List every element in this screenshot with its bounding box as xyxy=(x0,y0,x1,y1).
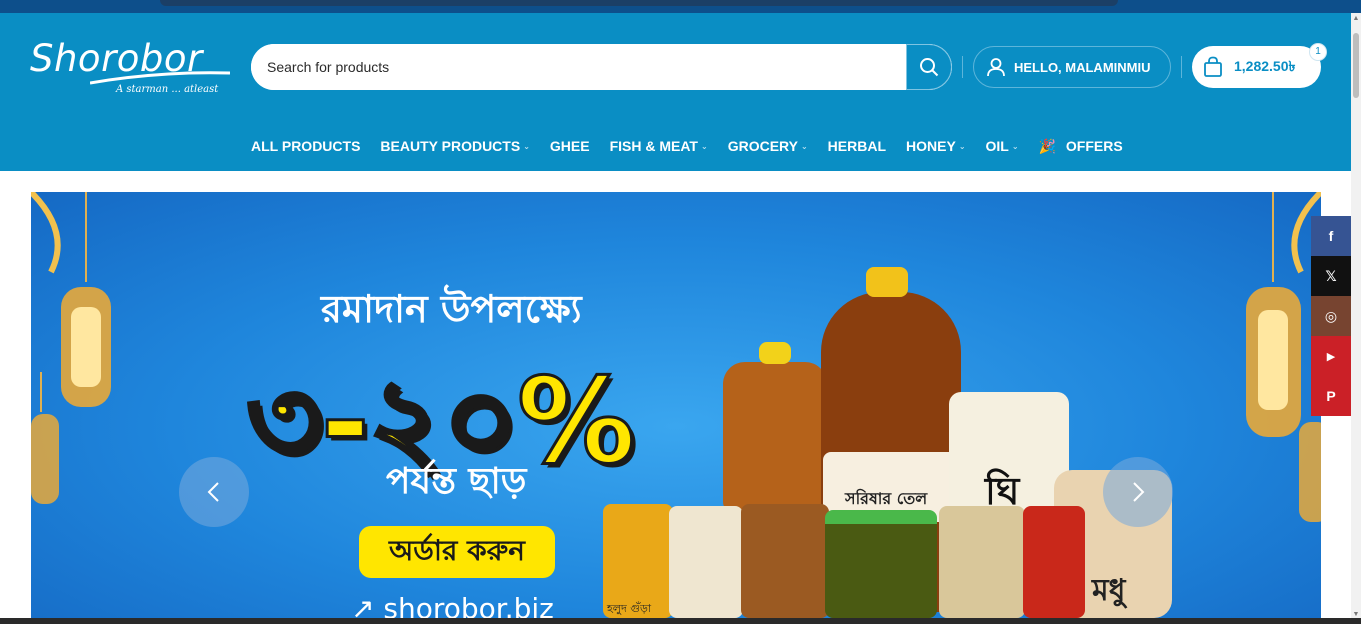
product-spice-jar: হলুদ গুঁড়া xyxy=(603,504,673,618)
cart-button[interactable]: 1,282.50৳ 1 xyxy=(1192,43,1327,88)
youtube-glyph: ▶ xyxy=(1326,350,1336,363)
product-pickle-jar xyxy=(825,510,937,618)
bottom-strip xyxy=(0,618,1361,624)
nav-honey[interactable]: HONEY ⌄ xyxy=(906,138,966,154)
banner-subline: পর্যন্ত ছাড় xyxy=(386,461,527,502)
pinterest-icon[interactable]: P xyxy=(1311,376,1351,416)
site-header: Shorobor A starman ... atleast HELLO, MA… xyxy=(0,13,1351,171)
mustard-oil-label: সরিষার তেল xyxy=(845,489,928,508)
address-bar xyxy=(160,0,1118,6)
account-label: HELLO, MALAMINMIU xyxy=(1014,59,1151,75)
nav-label: HONEY xyxy=(906,138,956,154)
nav-fish-meat[interactable]: FISH & MEAT ⌄ xyxy=(610,138,708,154)
x-glyph: 𝕏 xyxy=(1325,267,1337,284)
nav-label: ALL PRODUCTS xyxy=(251,138,361,154)
nav-beauty-products[interactable]: BEAUTY PRODUCTS ⌄ xyxy=(380,138,529,154)
facebook-icon[interactable]: f xyxy=(1311,216,1351,256)
product-oil-bottle-small xyxy=(723,362,827,512)
header-divider xyxy=(962,56,963,78)
product-spice-jar xyxy=(741,504,829,618)
account-button[interactable]: HELLO, MALAMINMIU xyxy=(973,46,1171,88)
x-icon[interactable]: 𝕏 xyxy=(1311,256,1351,296)
product-oil-bottle-cap xyxy=(759,342,791,364)
user-icon xyxy=(987,58,1005,77)
nav-ghee[interactable]: GHEE xyxy=(550,138,590,154)
logo-swoosh xyxy=(90,71,230,85)
chevron-down-icon: ⌄ xyxy=(700,141,708,151)
cart-count-badge: 1 xyxy=(1309,43,1327,61)
search-icon xyxy=(920,58,939,77)
nav-label: HERBAL xyxy=(827,138,887,154)
order-now-button[interactable]: অর্ডার করুন xyxy=(359,526,555,578)
chevron-down-icon: ⌄ xyxy=(523,141,530,151)
nav-herbal[interactable]: HERBAL xyxy=(828,138,886,154)
logo-tagline: A starman ... atleast xyxy=(116,84,219,95)
pinterest-glyph: P xyxy=(1326,388,1336,404)
nav-all-products[interactable]: ALL PRODUCTS xyxy=(251,138,360,154)
nav-offers[interactable]: 🎉 OFFERS xyxy=(1039,138,1123,155)
search-input[interactable] xyxy=(251,44,906,90)
nav-label: BEAUTY PRODUCTS xyxy=(380,138,521,154)
chevron-left-icon xyxy=(207,482,219,502)
main-navigation: ALL PRODUCTS BEAUTY PRODUCTS ⌄ GHEE FISH … xyxy=(251,137,1123,155)
turmeric-label: হলুদ গুঁড়া xyxy=(607,602,652,615)
nav-label: GROCERY xyxy=(727,138,798,154)
chevron-right-icon xyxy=(1133,482,1145,502)
browser-top-strip xyxy=(0,0,1361,13)
nav-label: OIL xyxy=(985,138,1009,154)
lantern-decoration xyxy=(31,192,111,504)
honey-label: মধু xyxy=(1092,573,1126,608)
facebook-glyph: f xyxy=(1328,228,1334,244)
instagram-glyph: ◎ xyxy=(1324,307,1338,324)
nav-label: OFFERS xyxy=(1065,138,1123,154)
search-bar xyxy=(251,44,952,90)
chevron-down-icon: ⌄ xyxy=(1011,141,1019,151)
slider-next-button[interactable] xyxy=(1103,457,1173,527)
product-oil-cap xyxy=(866,267,908,297)
site-logo[interactable]: Shorobor A starman ... atleast xyxy=(30,35,230,99)
social-sidebar: f 𝕏 ◎ ▶ P xyxy=(1311,216,1351,416)
page-scrollbar[interactable]: ▲ ▼ xyxy=(1351,13,1361,624)
chevron-down-icon: ⌄ xyxy=(958,141,966,151)
chevron-down-icon: ⌄ xyxy=(800,141,808,151)
scroll-up-icon[interactable]: ▲ xyxy=(1352,15,1360,23)
header-divider xyxy=(1181,56,1182,78)
nav-label: FISH & MEAT xyxy=(609,138,698,154)
hero-banner[interactable]: রমাদান উপলক্ষ্যে ৩-২০% পর্যন্ত ছাড় অর্ড… xyxy=(31,192,1321,618)
shopping-bag-icon xyxy=(1204,56,1222,77)
product-spice-jar xyxy=(1023,506,1085,618)
scrollbar-thumb[interactable] xyxy=(1353,33,1359,98)
instagram-icon[interactable]: ◎ xyxy=(1311,296,1351,336)
slider-prev-button[interactable] xyxy=(179,457,249,527)
product-spice-jar xyxy=(939,506,1025,618)
cart-total: 1,282.50৳ xyxy=(1234,58,1296,74)
product-spice-jar xyxy=(669,506,743,618)
nav-grocery[interactable]: GROCERY ⌄ xyxy=(728,138,808,154)
youtube-icon[interactable]: ▶ xyxy=(1311,336,1351,376)
banner-website: ↗ shorobor.biz xyxy=(351,592,554,618)
lantern-decoration xyxy=(1246,192,1321,522)
search-button[interactable] xyxy=(906,44,952,90)
nav-oil[interactable]: OIL ⌄ xyxy=(986,138,1019,154)
nav-label: GHEE xyxy=(549,138,590,154)
party-popper-icon: 🎉 xyxy=(1038,137,1056,154)
